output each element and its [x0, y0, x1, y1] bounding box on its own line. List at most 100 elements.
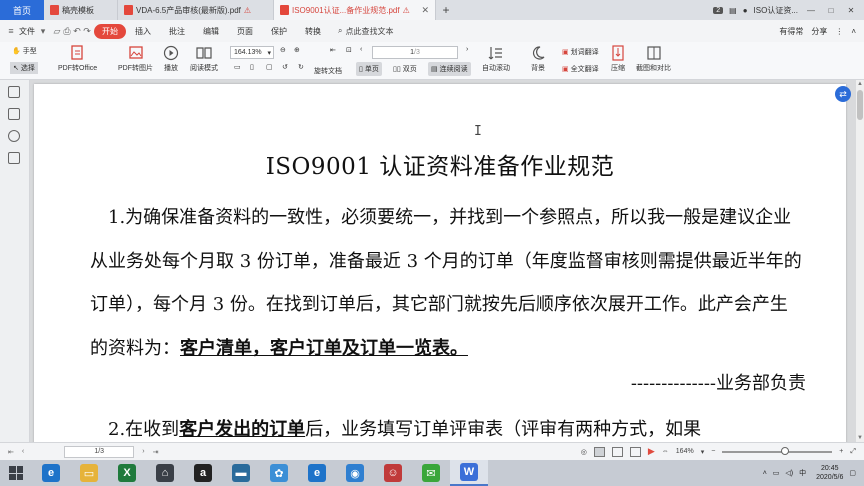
next-page-icon[interactable]: › [142, 448, 144, 455]
zoom-slider-knob[interactable] [781, 446, 790, 455]
menu-tab-edit[interactable]: 编辑 [194, 26, 228, 37]
rotate-doc-button[interactable]: 旋转文档 [314, 60, 342, 76]
taskbar-app-store[interactable]: ⌂ [146, 460, 184, 486]
auto-scroll-button[interactable]: 自动滚动 [482, 45, 510, 73]
fit-page-icon[interactable]: ▭ [234, 63, 241, 71]
chevron-down-icon[interactable]: ▾ [701, 448, 705, 456]
network-icon[interactable]: ▭ [773, 469, 780, 477]
zoom-out-icon[interactable]: − [711, 448, 715, 455]
tab-doc-3-active[interactable]: ISO9001认证...备作业规范.pdf ⚠ ✕ [274, 0, 436, 20]
prev-page-icon[interactable]: ‹ [360, 46, 362, 53]
redo-icon[interactable]: ↷ [82, 26, 92, 36]
taskbar-app-wps[interactable]: W [450, 460, 488, 486]
taskbar-app-browser[interactable]: ◉ [336, 460, 374, 486]
read-mode-button[interactable]: 阅读模式 [190, 45, 218, 73]
close-tab-icon[interactable]: ✕ [421, 5, 429, 16]
word-translate-button[interactable]: ▣ 划词翻译 [562, 47, 599, 57]
notification-icon[interactable]: ▢ [849, 469, 856, 477]
taskbar-app-avatar[interactable]: ☺ [374, 460, 412, 486]
thumbnail-icon[interactable] [8, 86, 20, 98]
tab-home[interactable]: 首页 [0, 0, 44, 20]
double-page-button[interactable]: ▯▯ 双页 [390, 62, 420, 76]
find-text-search[interactable]: ⌕ 点此查找文本 [338, 26, 393, 37]
account-name[interactable]: ISO认证资... [754, 5, 798, 16]
account-avatar-icon[interactable]: ● [743, 6, 748, 15]
bookmark-icon[interactable] [8, 108, 20, 120]
zoom-level[interactable]: 164% [676, 448, 694, 455]
zoom-in-icon[interactable]: ⊕ [294, 46, 300, 54]
fullscreen-icon[interactable]: ⤢ [850, 448, 856, 456]
last-page-icon[interactable]: ⇥ [153, 448, 159, 456]
share-button[interactable]: 分享 [811, 26, 827, 37]
ime-icon[interactable]: 中 [799, 468, 806, 478]
tab-doc-2[interactable]: VDA-6.5产品审核(最新版).pdf ⚠ [118, 0, 274, 20]
zoom-select[interactable]: 164.13% ▾ [230, 46, 274, 59]
scroll-down-icon[interactable]: ▼ [856, 435, 864, 441]
zoom-out-icon[interactable]: ⊖ [280, 46, 286, 54]
pdf-to-office-button[interactable]: PDF转Office [58, 45, 97, 73]
taskbar-app-excel[interactable]: X [108, 460, 146, 486]
page-number-input[interactable]: 1 /3 [372, 46, 458, 59]
menu-tab-page[interactable]: 页面 [228, 26, 262, 37]
continuous-read-button[interactable]: ▤ 连续阅读 [428, 62, 471, 76]
first-page-icon[interactable]: ⇤ [330, 46, 336, 54]
prev-page-icon[interactable]: ‹ [22, 448, 24, 455]
file-menu[interactable]: ≡ 文件 ▾ [0, 26, 52, 37]
single-view-icon[interactable] [593, 446, 605, 457]
continuous-view-icon[interactable] [629, 446, 641, 457]
start-button[interactable] [0, 460, 32, 486]
more-icon[interactable]: ⋮ [835, 27, 843, 36]
rotate-right-icon[interactable]: ↻ [298, 63, 304, 71]
close-window-icon[interactable]: ✕ [844, 6, 858, 15]
taskbar-app-wechat[interactable]: ✉ [412, 460, 450, 486]
taskbar-app-ie[interactable]: e [32, 460, 70, 486]
scroll-thumb[interactable] [857, 90, 863, 120]
window-count-badge[interactable]: 2 [713, 6, 724, 14]
crop-compare-button[interactable]: 截图和对比 [636, 45, 671, 73]
collapse-ribbon-icon[interactable]: ˄ [851, 27, 856, 36]
volume-icon[interactable]: ◁) [785, 469, 793, 477]
taskbar-app-monitor[interactable]: ▬ [222, 460, 260, 486]
taskbar-app-ie2[interactable]: e [298, 460, 336, 486]
status-page-input[interactable]: 1/3 [64, 445, 135, 458]
tab-doc-1[interactable]: 稿壳模板 [44, 0, 118, 20]
select-tool[interactable]: ↖ 选择 [10, 62, 38, 74]
taskbar-app-amazon[interactable]: a [184, 460, 222, 486]
first-page-icon[interactable]: ⇤ [8, 448, 14, 456]
next-page-icon[interactable]: › [466, 46, 468, 53]
play-button[interactable]: 播放 [163, 45, 179, 73]
print-icon[interactable]: ⎙ [62, 26, 72, 36]
actual-size-icon[interactable]: ▢ [266, 63, 273, 71]
zoom-in-icon[interactable]: + [839, 448, 843, 455]
single-page-button[interactable]: ▯ 单页 [356, 62, 382, 76]
play-icon[interactable]: ▶ [648, 446, 655, 457]
fit-width-icon[interactable]: ▯ [250, 63, 254, 71]
taskbar-app-explorer[interactable]: ▭ [70, 460, 108, 486]
cloud-sync-label[interactable]: 有得常 [779, 26, 803, 37]
full-translate-button[interactable]: ▣ 全文翻译 [562, 64, 599, 74]
fit-width-icon[interactable]: ⇔ [662, 448, 669, 455]
attachment-icon[interactable] [8, 152, 20, 164]
eye-icon[interactable]: ◎ [581, 448, 587, 456]
pdf-to-image-button[interactable]: PDF转图片 [118, 45, 153, 73]
open-folder-icon[interactable]: ▱ [52, 26, 62, 36]
new-tab-button[interactable]: + [436, 0, 456, 20]
double-view-icon[interactable] [611, 446, 623, 457]
floating-assistant-icon[interactable]: ⇄ [835, 86, 851, 102]
zoom-slider[interactable] [722, 446, 833, 455]
menu-tab-annotate[interactable]: 批注 [160, 26, 194, 37]
menu-tab-convert[interactable]: 转换 [296, 26, 330, 37]
annotation-icon[interactable] [8, 130, 20, 142]
clock[interactable]: 20:45 2020/5/6 [816, 464, 843, 482]
rotate-left-icon[interactable]: ↺ [282, 63, 288, 71]
maximize-icon[interactable]: □ [824, 6, 838, 15]
fit-icon[interactable]: ⊡ [346, 46, 352, 54]
layout-icon[interactable]: ▤ [729, 6, 737, 15]
undo-icon[interactable]: ↶ [72, 26, 82, 36]
menu-tab-protect[interactable]: 保护 [262, 26, 296, 37]
taskbar-app-cloud[interactable]: ✿ [260, 460, 298, 486]
compress-button[interactable]: 压缩 [610, 45, 626, 73]
chevron-up-icon[interactable]: ˄ [763, 470, 767, 477]
menu-tab-start[interactable]: 开始 [94, 23, 126, 39]
menu-tab-insert[interactable]: 插入 [126, 26, 160, 37]
